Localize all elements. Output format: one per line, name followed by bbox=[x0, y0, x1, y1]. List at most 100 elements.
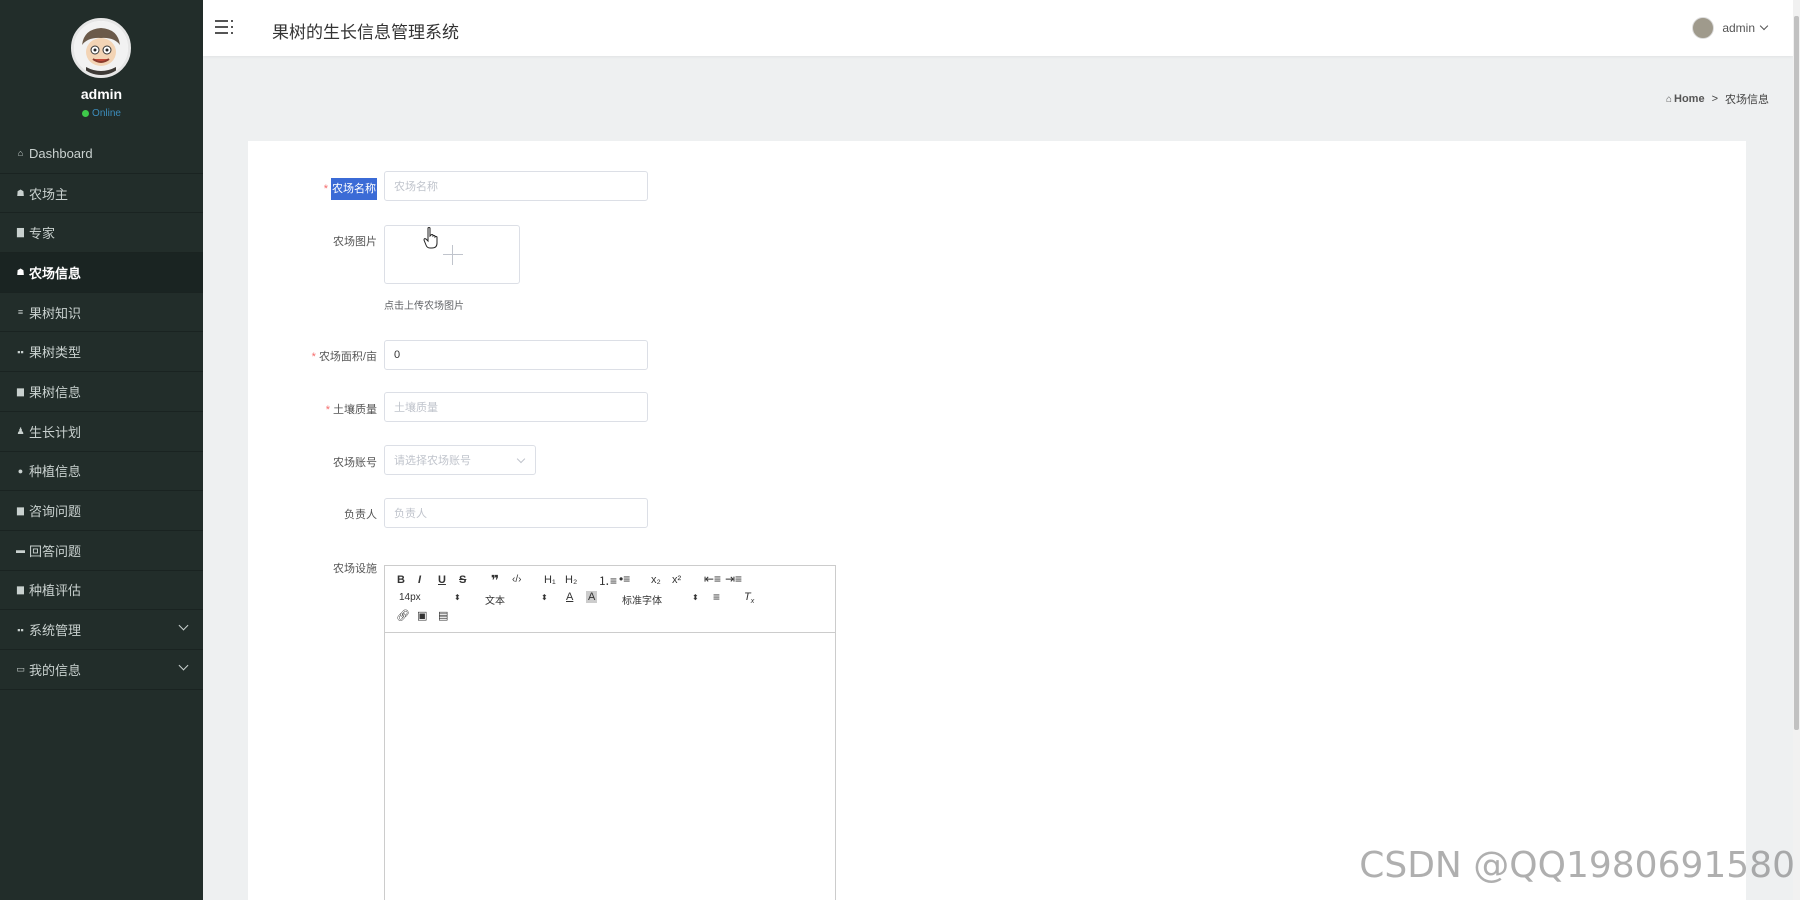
chevron-down-icon bbox=[178, 660, 189, 671]
image-upload-box[interactable] bbox=[384, 225, 520, 284]
superscript-icon[interactable]: x² bbox=[672, 574, 681, 586]
scrollbar-thumb[interactable] bbox=[1794, 16, 1799, 730]
manager-input[interactable]: 负责人 bbox=[384, 498, 648, 528]
clear-format-icon[interactable]: Tx bbox=[744, 591, 754, 605]
align-icon[interactable]: ≡ bbox=[713, 590, 720, 604]
manager-placeholder: 负责人 bbox=[394, 508, 427, 520]
sidebar-item-farm-info[interactable]: ☗ 农场信息 bbox=[0, 253, 203, 293]
sidebar-item-expert[interactable]: ▇ 专家 bbox=[0, 213, 203, 254]
top-header: 果树的生长信息管理系统 admin bbox=[203, 0, 1793, 56]
indent-icon[interactable]: ⇥≡ bbox=[725, 572, 742, 586]
sidebar-item-label: 农场主 bbox=[29, 186, 69, 202]
sidebar-item-answer[interactable]: ▬ 回答问题 bbox=[0, 531, 203, 571]
font-family-value: 标准字体 bbox=[622, 596, 662, 607]
user-menu[interactable]: admin bbox=[1692, 17, 1769, 39]
farm-name-placeholder: 农场名称 bbox=[394, 181, 438, 193]
list-icon: ≡ bbox=[17, 307, 24, 318]
quote-icon[interactable]: ❞ bbox=[491, 572, 499, 589]
code-icon[interactable]: ‹/› bbox=[512, 574, 521, 585]
font-family-select[interactable]: 标准字体 ⬍ bbox=[622, 592, 699, 607]
breadcrumb-home-label: Home bbox=[1674, 93, 1705, 105]
bullet-list-icon[interactable]: •≡ bbox=[619, 572, 630, 586]
user-avatar-icon bbox=[1692, 17, 1715, 39]
sidebar-item-tree-info[interactable]: ▆ 果树信息 bbox=[0, 372, 203, 412]
page-scrollbar[interactable] bbox=[1793, 0, 1800, 900]
app-title: 果树的生长信息管理系统 bbox=[272, 23, 459, 42]
soil-quality-label: * 土壤质量 bbox=[257, 401, 377, 417]
doc-icon: ▆ bbox=[17, 584, 24, 595]
outdent-icon[interactable]: ⇤≡ bbox=[704, 572, 721, 586]
sidebar-item-label: 系统管理 bbox=[29, 623, 82, 639]
heading1-icon[interactable]: H₁ bbox=[544, 574, 556, 586]
soil-quality-label-text: 土壤质量 bbox=[333, 404, 377, 416]
sidebar-item-label: 农场信息 bbox=[29, 265, 82, 281]
sidebar-username: admin bbox=[80, 86, 123, 102]
sidebar-item-consult[interactable]: ▆ 咨询问题 bbox=[0, 491, 203, 531]
sidebar: admin Online ⌂ Dashboard ☗ 农场主 ▇ 专家 ☗ 农场信息 ≡… bbox=[0, 0, 203, 900]
plus-icon bbox=[443, 254, 463, 255]
sidebar-item-label: 果树信息 bbox=[29, 384, 82, 400]
sidebar-item-evaluation[interactable]: ▆ 种植评估 bbox=[0, 571, 203, 611]
card-icon: ▭ bbox=[16, 663, 25, 674]
sidebar-item-label: Dashboard bbox=[29, 145, 93, 161]
online-dot-icon bbox=[82, 110, 90, 117]
farm-name-label: * 农场名称 bbox=[257, 178, 377, 200]
italic-icon[interactable]: I bbox=[418, 574, 421, 586]
grid-icon: ▪▪ bbox=[17, 346, 24, 357]
doc-icon: ▆ bbox=[17, 505, 24, 516]
sidebar-item-dashboard[interactable]: ⌂ Dashboard bbox=[0, 134, 203, 174]
sidebar-item-tree-type[interactable]: ▪▪ 果树类型 bbox=[0, 332, 203, 373]
farm-name-input[interactable]: 农场名称 bbox=[384, 171, 648, 201]
breadcrumb: ⌂ Home > 农场信息 bbox=[1666, 91, 1769, 107]
ordered-list-icon[interactable]: ⒈≡ bbox=[598, 572, 617, 589]
font-size-select[interactable]: 14px ⬍ bbox=[399, 592, 461, 603]
location-icon: ● bbox=[17, 465, 24, 476]
sidebar-item-label: 果树知识 bbox=[29, 305, 82, 321]
sidebar-item-system[interactable]: ▪▪ 系统管理 bbox=[0, 610, 203, 650]
menu-toggle-icon[interactable] bbox=[215, 18, 233, 36]
soil-quality-input[interactable]: 土壤质量 bbox=[384, 392, 648, 422]
sidebar-item-tree-knowledge[interactable]: ≡ 果树知识 bbox=[0, 293, 203, 333]
sidebar-item-label: 种植评估 bbox=[29, 583, 82, 599]
manager-label: 负责人 bbox=[344, 509, 377, 521]
sidebar-item-farmer[interactable]: ☗ 农场主 bbox=[0, 174, 203, 214]
underline-icon[interactable]: U bbox=[438, 574, 446, 586]
required-mark: * bbox=[325, 404, 330, 416]
sidebar-menu: ⌂ Dashboard ☗ 农场主 ▇ 专家 ☗ 农场信息 ≡ 果树知识 ▪▪ 果树类型 ▆… bbox=[0, 134, 203, 690]
expert-icon: ▇ bbox=[17, 227, 24, 238]
sidebar-item-label: 我的信息 bbox=[29, 662, 82, 678]
farm-account-select[interactable]: 请选择农场账号 bbox=[384, 445, 536, 475]
online-status: Online bbox=[0, 108, 203, 119]
image-icon[interactable]: ▣ bbox=[417, 609, 427, 622]
farm-area-label-text: 农场面积/亩 bbox=[318, 351, 377, 363]
subscript-icon[interactable]: x₂ bbox=[651, 574, 661, 586]
farm-area-value: 0 bbox=[394, 349, 401, 361]
farm-info-icon: ☗ bbox=[16, 266, 25, 277]
farmer-icon: ☗ bbox=[16, 187, 25, 198]
font-size-value: 14px bbox=[399, 592, 421, 603]
heading2-icon[interactable]: H₂ bbox=[565, 574, 577, 586]
link-icon[interactable]: 🔗︎ bbox=[396, 609, 410, 622]
video-icon[interactable]: ▤ bbox=[438, 609, 448, 622]
strikethrough-icon[interactable]: S bbox=[459, 574, 466, 586]
home-icon: ⌂ bbox=[17, 148, 24, 159]
text-style-select[interactable]: 文本 ⬍ bbox=[485, 592, 548, 607]
avatar[interactable] bbox=[71, 18, 131, 78]
sidebar-item-planting-info[interactable]: ● 种植信息 bbox=[0, 452, 203, 492]
home-icon: ⌂ bbox=[1665, 94, 1672, 105]
chevron-down-icon bbox=[516, 454, 526, 464]
background-color-icon[interactable]: A bbox=[586, 591, 598, 603]
sidebar-item-my-info[interactable]: ▭ 我的信息 bbox=[0, 650, 203, 690]
farm-area-input[interactable]: 0 bbox=[384, 340, 648, 370]
breadcrumb-home[interactable]: ⌂ Home bbox=[1666, 93, 1705, 105]
farm-account-label: 农场账号 bbox=[333, 457, 377, 469]
farm-account-placeholder: 请选择农场账号 bbox=[394, 455, 471, 467]
editor-content-area[interactable] bbox=[385, 633, 835, 900]
chevron-down-icon bbox=[178, 620, 189, 631]
farm-area-label: * 农场面积/亩 bbox=[257, 348, 377, 364]
sidebar-item-growth-plan[interactable]: ♟ 生长计划 bbox=[0, 412, 203, 452]
bold-icon[interactable]: B bbox=[397, 574, 405, 586]
person-icon: ♟ bbox=[16, 425, 25, 436]
font-color-icon[interactable]: A bbox=[566, 591, 573, 603]
sidebar-item-label: 专家 bbox=[29, 226, 56, 242]
